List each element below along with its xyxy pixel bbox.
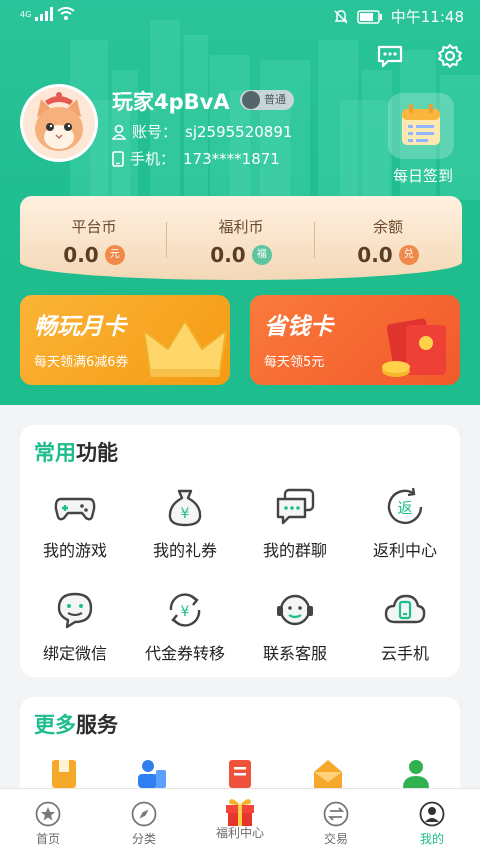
cloud-phone-item[interactable]: 云手机 (350, 588, 460, 664)
my-groups-item[interactable]: 我的群聊 (240, 485, 350, 561)
voucher-transfer-item[interactable]: ¥ 代金券转移 (130, 588, 240, 664)
wallet-label: 平台币 (71, 218, 117, 236)
rebate-center-label: 返利中心 (372, 541, 437, 560)
tab-category[interactable]: 分类 (96, 789, 192, 853)
profile-icon (419, 801, 445, 827)
exchange-coin-icon: 兑 (398, 245, 419, 265)
money-bag-icon: ¥ (168, 489, 202, 527)
user-icon (112, 124, 126, 140)
wallet-platform-coin[interactable]: 平台币 0.0 元 (20, 216, 168, 267)
tab-welfare-center[interactable]: 福利中心 (192, 789, 288, 853)
network-type: 4G (20, 9, 32, 19)
my-coupons-item[interactable]: ¥ 我的礼券 (130, 485, 240, 561)
settings-gear-icon[interactable] (436, 42, 464, 70)
my-games-label: 我的游戏 (42, 541, 107, 560)
welfare-coin-icon: 福 (251, 245, 272, 265)
monthly-card[interactable]: 畅玩月卡 每天领满6减6券 (20, 295, 230, 385)
my-groups-label: 我的群聊 (262, 541, 327, 560)
voucher-transfer-icon: ¥ (169, 593, 201, 627)
account-value: sj2595520891 (185, 122, 293, 141)
envelope-icon[interactable] (312, 758, 344, 788)
wifi-icon (57, 7, 75, 20)
svg-text:¥: ¥ (181, 604, 190, 620)
gamepad-icon (54, 497, 96, 521)
chat-bubbles-icon (276, 488, 315, 525)
customer-service-label: 联系客服 (262, 644, 327, 663)
bottom-tab-bar: 首页 分类 福利中心 交易 我的 (0, 788, 480, 853)
gift-icon (226, 799, 254, 826)
person-icon[interactable] (400, 758, 432, 788)
bind-wechat-label: 绑定微信 (42, 644, 107, 663)
monthly-card-title: 畅玩月卡 (34, 314, 126, 340)
message-icon[interactable] (376, 42, 404, 70)
cat-avatar-icon (23, 87, 95, 159)
wallet-value: 0.0 (210, 243, 246, 267)
bookmark-doc-icon[interactable] (48, 758, 80, 788)
phone-row: 手机： 173****1871 (112, 148, 280, 169)
crown-icon (143, 320, 227, 377)
customer-service-item[interactable]: 联系客服 (240, 588, 350, 664)
status-time: 中午11:48 (390, 8, 464, 26)
account-row: 账号： sj2595520891 (112, 121, 292, 142)
tab-label: 首页 (35, 832, 60, 846)
wallet-card: 平台币 0.0 元 福利币 0.0 福 余额 0.0 兑 (20, 196, 462, 280)
common-functions-title: 常用功能 (34, 441, 118, 465)
avatar[interactable] (20, 84, 98, 162)
wallet-value: 0.0 (357, 243, 393, 267)
tab-label: 交易 (323, 832, 348, 846)
daily-checkin-label[interactable]: 每日签到 (388, 165, 458, 186)
calendar-icon (402, 104, 440, 145)
diamond-icon (242, 91, 260, 109)
saver-card-subtitle: 每天领5元 (264, 355, 325, 370)
phone-label: 手机： (130, 150, 176, 168)
voucher-transfer-label: 代金券转移 (144, 644, 225, 663)
rebate-icon: 返 (387, 487, 423, 525)
member-level-badge: 普通 (240, 90, 294, 110)
wallet-balance[interactable]: 余额 0.0 兑 (314, 216, 462, 267)
red-envelope-icon (382, 318, 446, 377)
my-games-item[interactable]: 我的游戏 (20, 485, 130, 561)
account-label: 账号： (132, 123, 178, 141)
signal-icon (35, 7, 54, 21)
wallet-label: 余额 (372, 218, 403, 236)
member-level-label: 普通 (264, 93, 286, 106)
wallet-value: 0.0 (63, 243, 99, 267)
my-coupons-label: 我的礼券 (152, 541, 217, 560)
username: 玩家4pBvA (112, 90, 230, 114)
user-id-icon[interactable] (136, 758, 168, 788)
svg-text:¥: ¥ (181, 506, 190, 522)
tab-mine[interactable]: 我的 (384, 789, 480, 853)
document-icon[interactable] (224, 758, 256, 788)
tab-label: 分类 (131, 832, 156, 846)
compass-icon (131, 801, 157, 827)
profile-header: 4G 中午11:48 玩家4pBvA 普通 账号： sj2595520891 手… (0, 0, 480, 405)
more-services-title: 更多服务 (34, 713, 118, 737)
bind-wechat-item[interactable]: 绑定微信 (20, 588, 130, 664)
tab-label: 我的 (419, 832, 444, 846)
mute-bell-icon (334, 9, 348, 24)
yuan-coin-icon: 元 (104, 245, 125, 265)
saver-card[interactable]: 省钱卡 每天领5元 (250, 295, 460, 385)
monthly-card-subtitle: 每天领满6减6券 (34, 355, 129, 370)
tab-home[interactable]: 首页 (0, 789, 96, 853)
tab-label: 福利中心 (215, 826, 264, 840)
rebate-center-item[interactable]: 返 返利中心 (350, 485, 460, 561)
svg-text:返: 返 (397, 499, 412, 517)
wallet-welfare-coin[interactable]: 福利币 0.0 福 (167, 216, 315, 267)
tab-trade[interactable]: 交易 (288, 789, 384, 853)
battery-icon (357, 9, 382, 24)
wechat-icon (57, 592, 93, 629)
status-bar: 4G 中午11:48 (0, 0, 480, 32)
common-functions-panel: 常用功能 我的游戏 ¥ 我的礼券 我的群聊 返 返利中心 绑定微信 ¥ 代金券转… (20, 425, 460, 677)
saver-card-title: 省钱卡 (264, 314, 333, 340)
phone-value: 173****1871 (183, 149, 280, 168)
headset-icon (277, 594, 313, 626)
phone-icon (112, 150, 124, 167)
cloud-phone-icon (384, 594, 426, 624)
wallet-label: 福利币 (218, 218, 264, 236)
cloud-phone-label: 云手机 (380, 644, 429, 663)
home-star-icon (35, 801, 61, 827)
daily-checkin-button[interactable] (388, 93, 454, 159)
exchange-icon (323, 801, 349, 827)
